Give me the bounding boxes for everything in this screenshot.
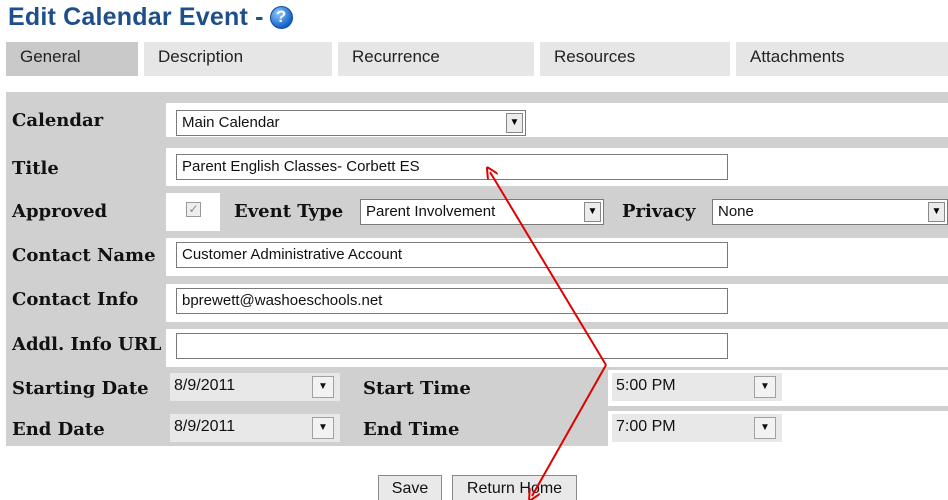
annotation-arrow-to-return-home: [532, 364, 607, 496]
annotation-arrows: [0, 0, 607, 500]
annotation-arrow-to-title: [490, 172, 607, 366]
